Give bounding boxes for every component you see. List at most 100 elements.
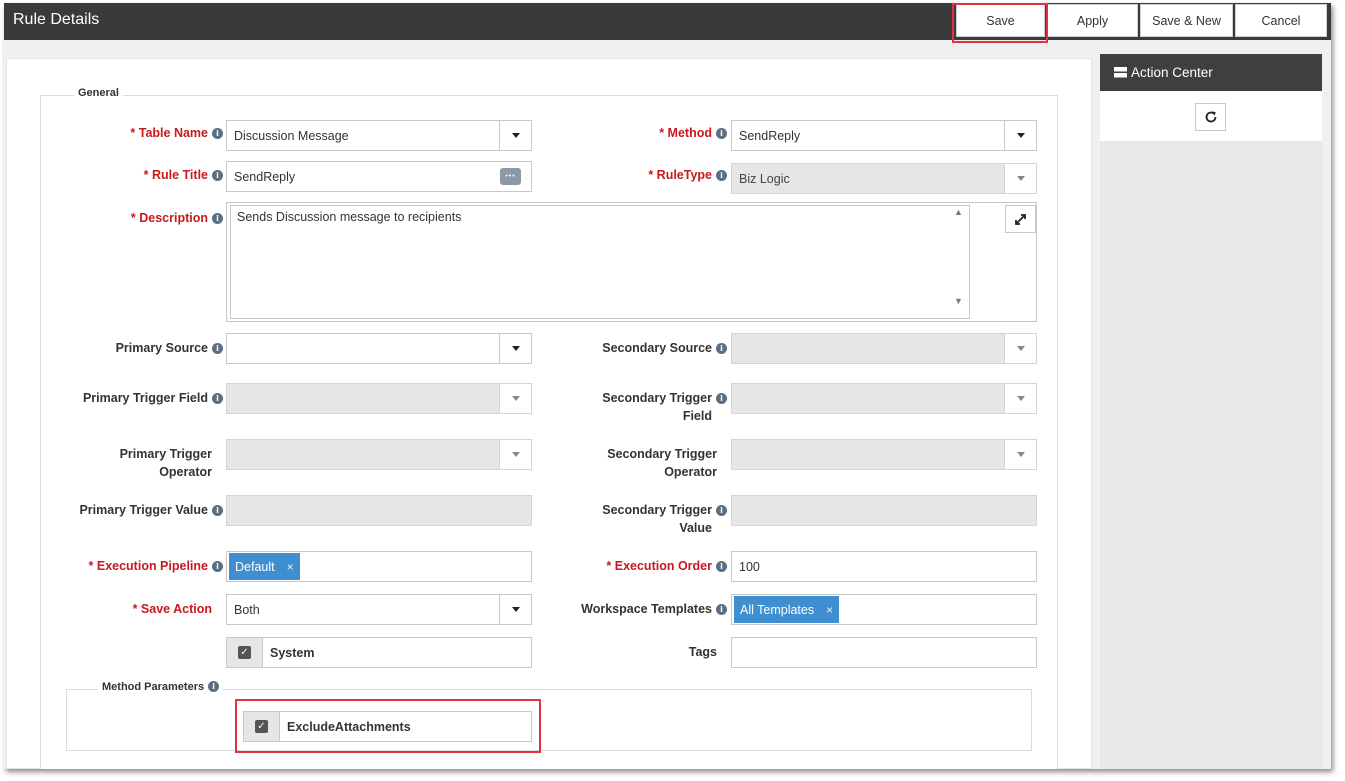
check-icon: ✓ <box>238 646 251 659</box>
scroll-up-icon[interactable]: ▲ <box>954 207 963 217</box>
primary-source-dropdown-button[interactable] <box>499 333 532 364</box>
info-icon[interactable]: i <box>716 128 727 139</box>
action-center-body <box>1100 91 1322 141</box>
cancel-button[interactable]: Cancel <box>1235 4 1327 37</box>
info-icon[interactable]: i <box>212 128 223 139</box>
title-bar: Rule Details Save Apply Save & New Cance… <box>4 3 1331 40</box>
refresh-icon <box>1205 111 1216 123</box>
table-name-dropdown-button[interactable] <box>499 120 532 151</box>
primary-source-input[interactable] <box>226 333 500 364</box>
secondary-trigger-value-label: Secondary Trigger i Value <box>567 501 727 537</box>
save-button[interactable]: Save <box>956 4 1045 37</box>
primary-trigger-value-label: Primary Trigger Value i <box>47 501 223 519</box>
method-input[interactable]: SendReply <box>731 120 1005 151</box>
primary-trigger-value-input <box>226 495 532 526</box>
general-legend: General <box>74 87 123 99</box>
secondary-trigger-field-dropdown-button <box>1004 383 1037 414</box>
info-icon[interactable]: i <box>716 561 727 572</box>
remove-tag-icon[interactable]: × <box>287 560 294 574</box>
tags-label: Tags <box>688 645 717 659</box>
primary-trigger-field-input <box>226 383 500 414</box>
workspace-templates-label: Workspace Templates i <box>567 600 727 618</box>
primary-trigger-field-label: Primary Trigger Field i <box>47 389 223 407</box>
method-label: * Method i <box>583 124 727 142</box>
refresh-button[interactable] <box>1195 103 1226 131</box>
method-dropdown-button[interactable] <box>1004 120 1037 151</box>
save-action-dropdown-button[interactable] <box>499 594 532 625</box>
execution-order-input[interactable]: 100 <box>731 551 1037 582</box>
secondary-trigger-field-label: Secondary Trigger i Field <box>567 389 727 425</box>
exclude-attachments-label: ExcludeAttachments <box>279 711 532 742</box>
execution-pipeline-label: * Execution Pipeline i <box>47 557 223 575</box>
chevron-down-icon <box>511 452 520 457</box>
secondary-source-input <box>731 333 1005 364</box>
info-icon[interactable]: i <box>716 505 727 516</box>
ellipsis-icon[interactable]: ••• <box>500 168 521 185</box>
info-icon[interactable]: i <box>212 393 223 404</box>
secondary-trigger-operator-label: Secondary Trigger Operator <box>607 447 717 479</box>
main-panel: General * Table Name i Discussion Message… <box>6 58 1092 769</box>
rule-title-input[interactable]: SendReply ••• <box>226 161 532 192</box>
method-parameters-legend: Method Parameters i <box>98 681 224 693</box>
system-checkbox[interactable]: ✓ <box>226 637 263 668</box>
window-title: Rule Details <box>13 11 100 28</box>
chevron-down-icon <box>1016 176 1025 181</box>
chevron-down-icon <box>511 133 520 138</box>
primary-source-label: Primary Source i <box>77 339 223 357</box>
tags-input[interactable] <box>731 637 1037 668</box>
chevron-down-icon <box>511 346 520 351</box>
workspace-templates-tag: All Templates × <box>734 596 840 623</box>
save-action-input[interactable]: Both <box>226 594 500 625</box>
action-center-title: Action Center <box>1131 65 1213 80</box>
action-center-panel: Action Center <box>1100 54 1322 769</box>
info-icon[interactable]: i <box>212 343 223 354</box>
rule-title-value: SendReply <box>234 169 296 184</box>
secondary-trigger-value-input <box>731 495 1037 526</box>
expand-button[interactable] <box>1005 205 1036 233</box>
info-icon[interactable]: i <box>716 604 727 615</box>
scroll-down-icon[interactable]: ▼ <box>954 296 963 306</box>
description-container: Sends Discussion message to recipients ▲… <box>226 202 1037 322</box>
execution-pipeline-input[interactable]: Default × <box>226 551 532 582</box>
description-textarea[interactable]: Sends Discussion message to recipients <box>230 205 970 319</box>
rule-details-window: Rule Details Save Apply Save & New Cance… <box>4 3 1331 769</box>
primary-trigger-operator-label: Primary Trigger Operator <box>119 447 212 479</box>
info-icon[interactable]: i <box>212 505 223 516</box>
remove-tag-icon[interactable]: × <box>826 603 833 617</box>
chevron-down-icon <box>1016 396 1025 401</box>
info-icon[interactable]: i <box>212 170 223 181</box>
info-icon[interactable]: i <box>212 213 223 224</box>
exclude-attachments-checkbox[interactable]: ✓ <box>243 711 280 742</box>
info-icon[interactable]: i <box>716 170 727 181</box>
execution-order-label: * Execution Order i <box>567 557 727 575</box>
primary-trigger-operator-dropdown-button <box>499 439 532 470</box>
apply-button[interactable]: Apply <box>1047 4 1138 37</box>
secondary-trigger-operator-dropdown-button <box>1004 439 1037 470</box>
rule-type-dropdown-button <box>1004 163 1037 194</box>
workspace-templates-input[interactable]: All Templates × <box>731 594 1037 625</box>
secondary-source-dropdown-button <box>1004 333 1037 364</box>
table-name-label: * Table Name i <box>87 124 223 142</box>
info-icon[interactable]: i <box>208 681 220 692</box>
execution-pipeline-tag: Default × <box>229 553 300 580</box>
table-name-input[interactable]: Discussion Message <box>226 120 500 151</box>
chevron-down-icon <box>511 396 520 401</box>
system-label: System <box>262 637 532 668</box>
info-icon[interactable]: i <box>716 393 727 404</box>
info-icon[interactable]: i <box>212 561 223 572</box>
description-label: * Description i <box>87 209 223 227</box>
secondary-trigger-operator-input <box>731 439 1005 470</box>
save-action-label: * Save Action <box>132 602 212 616</box>
method-parameters-fieldset <box>66 689 1032 751</box>
panel-icon <box>1114 67 1127 78</box>
rule-type-label: * RuleType i <box>583 166 727 184</box>
secondary-source-label: Secondary Source i <box>567 339 727 357</box>
check-icon: ✓ <box>255 720 268 733</box>
chevron-down-icon <box>1016 133 1025 138</box>
save-and-new-button[interactable]: Save & New <box>1140 4 1233 37</box>
secondary-trigger-field-input <box>731 383 1005 414</box>
chevron-down-icon <box>1016 346 1025 351</box>
info-icon[interactable]: i <box>716 343 727 354</box>
primary-trigger-field-dropdown-button <box>499 383 532 414</box>
primary-trigger-operator-input <box>226 439 500 470</box>
